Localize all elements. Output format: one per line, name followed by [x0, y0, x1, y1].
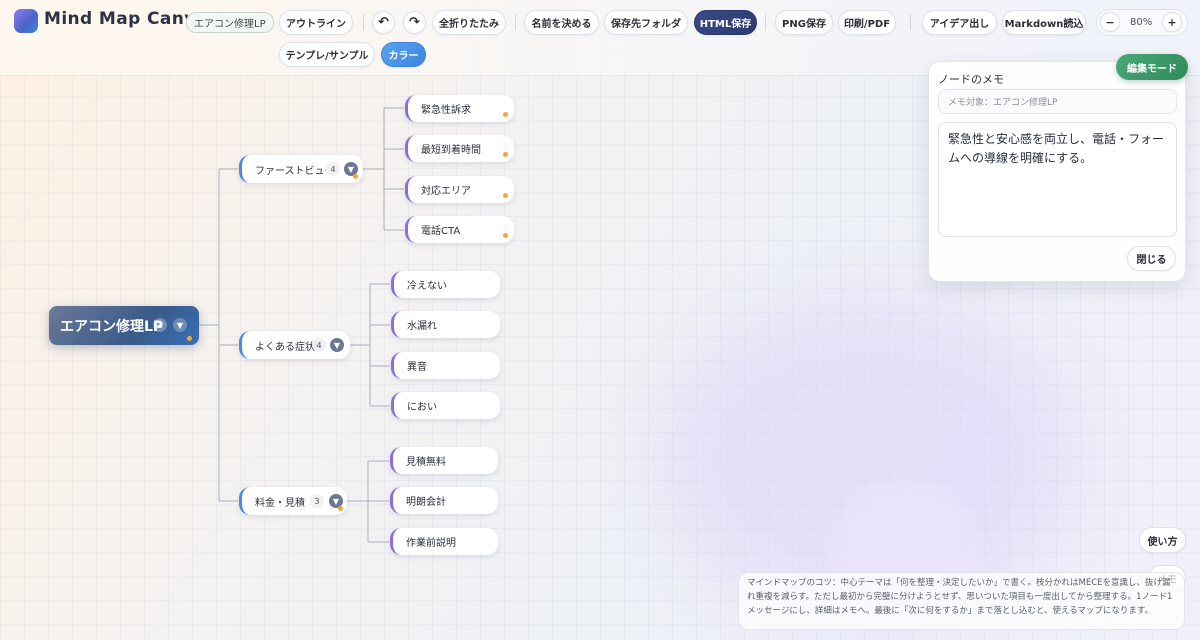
leaf-node[interactable]: 明朗会計: [390, 487, 498, 514]
branch-node-label: よくある症状: [255, 341, 315, 353]
edit-mode-button[interactable]: 編集モード: [1116, 54, 1188, 80]
memo-indicator-dot: [503, 152, 508, 157]
branch-node-label: 料金・見積: [255, 497, 305, 509]
branch-node-first-view[interactable]: ファーストビュー 4 ▼: [239, 155, 363, 183]
collapse-toggle-icon[interactable]: ▼: [330, 338, 344, 352]
root-node[interactable]: エアコン修理LP 3 ▼: [49, 306, 199, 345]
leaf-node[interactable]: におい: [391, 392, 500, 419]
leaf-node-label: 電話CTA: [421, 226, 461, 237]
memo-indicator-dot: [503, 112, 508, 117]
tips-box: マインドマップのコツ：中心テーマは「何を整理・決定したいか」で書く。枝分かれはM…: [738, 572, 1185, 630]
leaf-node[interactable]: 冷えない: [391, 271, 500, 298]
leaf-node[interactable]: 作業前説明: [390, 528, 498, 555]
memo-close-button[interactable]: 閉じる: [1127, 246, 1176, 271]
leaf-node-label: 緊急性訴求: [421, 105, 471, 116]
memo-textarea[interactable]: 緊急性と安心感を両立し、電話・フォームへの導線を明確にする。: [938, 122, 1177, 237]
leaf-node-label: 対応エリア: [421, 186, 471, 197]
branch-node-pricing[interactable]: 料金・見積 3 ▼: [239, 487, 347, 515]
leaf-node-label: 冷えない: [407, 281, 447, 292]
leaf-node-label: におい: [407, 402, 437, 413]
memo-indicator-dot: [187, 336, 192, 341]
memo-indicator-dot: [503, 233, 508, 238]
leaf-node-label: 見積無料: [406, 457, 446, 468]
leaf-node[interactable]: 緊急性訴求: [405, 95, 514, 122]
leaf-node-label: 水漏れ: [407, 321, 437, 332]
root-node-label: エアコン修理LP: [60, 318, 164, 335]
leaf-node-label: 異音: [407, 362, 427, 373]
leaf-node-label: 最短到着時間: [421, 145, 481, 156]
memo-indicator-dot: [503, 193, 508, 198]
leaf-node-label: 作業前説明: [406, 538, 456, 549]
collapse-toggle-icon[interactable]: ▼: [173, 318, 187, 332]
leaf-node[interactable]: 最短到着時間: [405, 135, 514, 162]
memo-indicator-dot: [338, 506, 343, 511]
child-count-badge: 3: [310, 494, 324, 508]
leaf-node[interactable]: 異音: [391, 352, 500, 379]
memo-panel-title: ノードのメモ: [938, 73, 1004, 86]
child-count-badge: 4: [326, 162, 340, 176]
leaf-node[interactable]: 電話CTA: [405, 216, 514, 243]
child-count-badge: 4: [312, 338, 326, 352]
memo-target-field[interactable]: メモ対象：エアコン修理LP: [938, 89, 1177, 114]
leaf-node[interactable]: 対応エリア: [405, 176, 514, 203]
branch-node-common-symptoms[interactable]: よくある症状 4 ▼: [239, 331, 350, 359]
leaf-node[interactable]: 水漏れ: [391, 311, 500, 338]
help-button[interactable]: 使い方: [1139, 527, 1186, 553]
leaf-node[interactable]: 見積無料: [390, 447, 498, 474]
child-count-badge: 3: [153, 318, 167, 332]
branch-node-label: ファーストビュー: [255, 165, 335, 177]
leaf-node-label: 明朗会計: [406, 497, 446, 508]
memo-indicator-dot: [353, 174, 358, 179]
